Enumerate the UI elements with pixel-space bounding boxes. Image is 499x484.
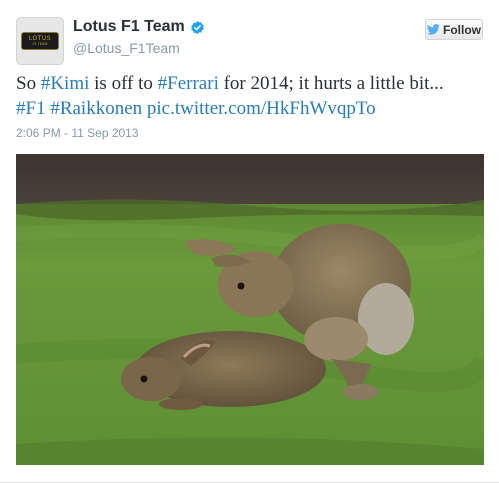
embedded-tweet: LOTUS F1 TEAM Lotus F1 Team @Lotus_F1Tea… xyxy=(0,0,499,484)
photo-image xyxy=(16,154,484,465)
hashtag-link[interactable]: #F1 xyxy=(16,98,46,119)
avatar-logo-text: LOTUS xyxy=(28,35,52,42)
hashtag-link[interactable]: #Ferrari xyxy=(158,73,219,94)
tweet-text: So #Kimi is off to #Ferrari for 2014; it… xyxy=(16,71,486,121)
follow-label: Follow xyxy=(443,22,481,37)
hashtag-link[interactable]: #Kimi xyxy=(41,73,90,94)
tweet-photo[interactable] xyxy=(16,154,484,465)
lotus-logo: LOTUS F1 TEAM xyxy=(21,32,59,50)
tweet-text-segment: is off to xyxy=(89,73,158,94)
tweet-timestamp[interactable]: 2:06 PM - 11 Sep 2013 xyxy=(16,126,139,140)
verified-badge-icon xyxy=(190,20,204,34)
author-handle[interactable]: @Lotus_F1Team xyxy=(73,39,180,57)
follow-button[interactable]: Follow xyxy=(425,19,483,40)
author-display-name[interactable]: Lotus F1 Team xyxy=(73,17,185,37)
author-avatar[interactable]: LOTUS F1 TEAM xyxy=(16,17,64,65)
twitter-bird-icon xyxy=(427,24,440,35)
hashtag-link[interactable]: #Raikkonen xyxy=(50,98,142,119)
pic-link[interactable]: pic.twitter.com/HkFhWvqpTo xyxy=(147,98,376,119)
divider xyxy=(0,482,499,483)
tweet-text-segment: So xyxy=(16,73,41,94)
author-name-row[interactable]: Lotus F1 Team xyxy=(73,17,205,37)
avatar-logo-sub: F1 TEAM xyxy=(32,42,48,46)
tweet-text-segment: for 2014; it hurts a little bit... xyxy=(218,73,444,94)
